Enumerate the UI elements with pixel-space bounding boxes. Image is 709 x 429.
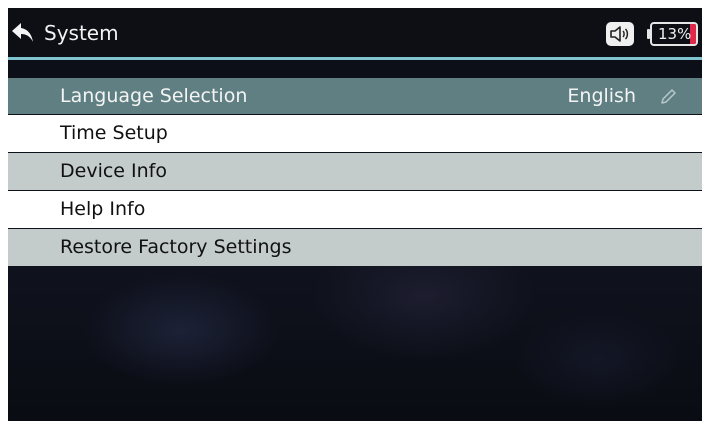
language-value: English — [567, 85, 636, 107]
speaker-icon — [610, 26, 629, 42]
menu-item-label: Help Info — [60, 198, 146, 220]
device-screen: System 13% Language Selection English Ti… — [8, 8, 702, 421]
menu-item-label: Restore Factory Settings — [60, 236, 292, 258]
menu-item-language-selection[interactable]: Language Selection English — [8, 78, 702, 114]
menu-item-label: Language Selection — [60, 85, 248, 107]
menu-item-time-setup[interactable]: Time Setup — [8, 115, 702, 152]
battery-percent: 13% — [658, 25, 692, 43]
sound-button[interactable] — [606, 22, 634, 46]
header-divider — [8, 57, 702, 60]
menu-item-label: Time Setup — [60, 122, 168, 144]
back-button[interactable] — [8, 18, 38, 48]
settings-menu: Language Selection English Time Setup De… — [8, 78, 702, 266]
pencil-icon[interactable] — [658, 87, 678, 107]
page-title: System — [44, 21, 119, 45]
menu-item-device-info[interactable]: Device Info — [8, 153, 702, 190]
menu-item-help-info[interactable]: Help Info — [8, 191, 702, 228]
menu-item-label: Device Info — [60, 160, 167, 182]
back-arrow-icon — [12, 23, 33, 42]
menu-item-restore-factory-settings[interactable]: Restore Factory Settings — [8, 229, 702, 266]
top-bar: System 13% — [8, 8, 702, 55]
battery-indicator: 13% — [650, 22, 698, 46]
